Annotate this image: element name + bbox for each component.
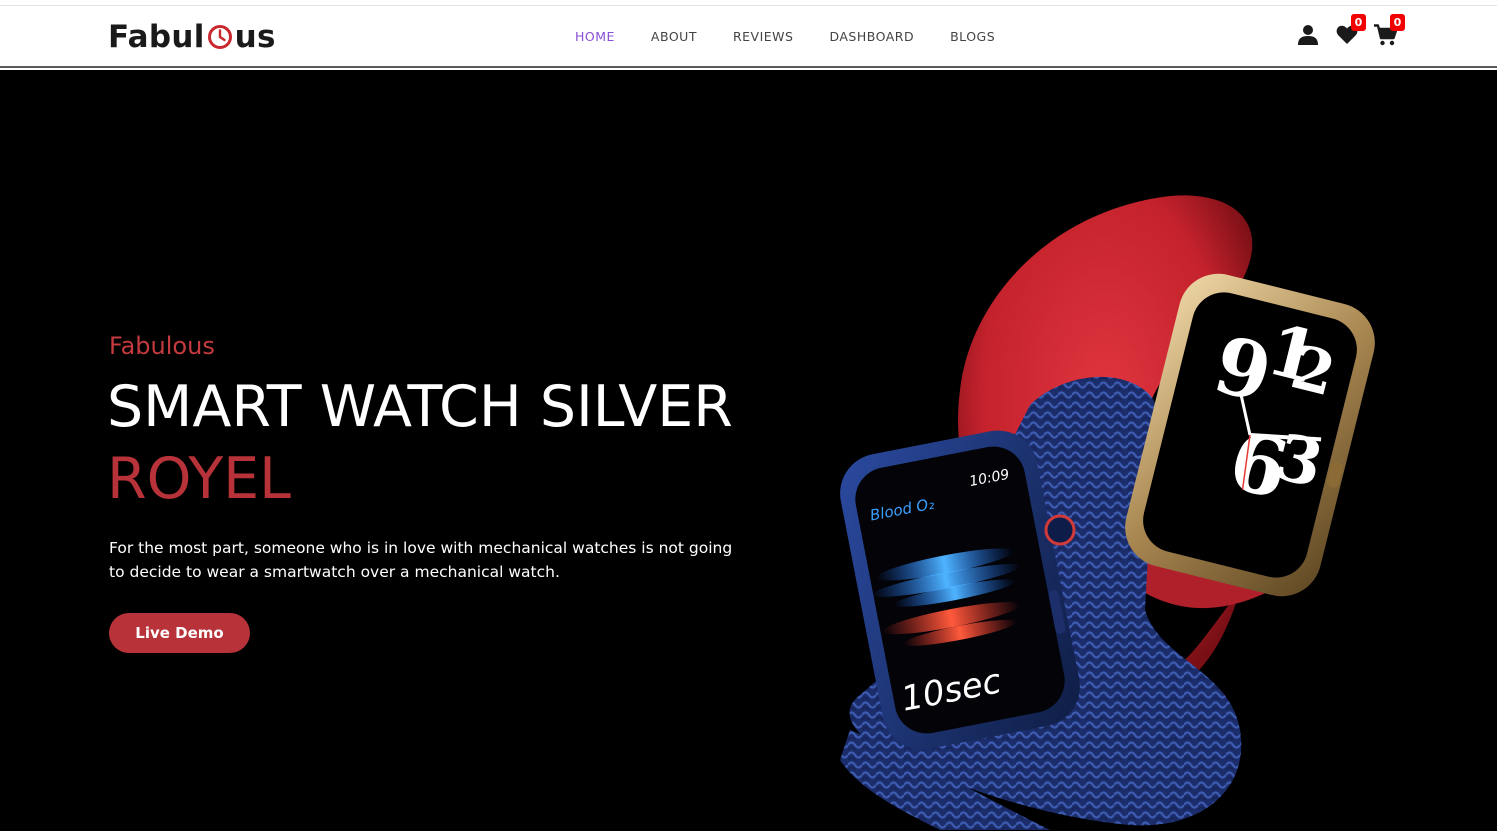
nav-about[interactable]: ABOUT [651, 29, 697, 44]
hero-title: SMART WATCH SILVER [107, 374, 733, 440]
wishlist-count-badge: 0 [1351, 14, 1366, 31]
wishlist-button[interactable]: 0 [1334, 14, 1366, 48]
logo-text-left: Fabul [108, 19, 205, 55]
hero-banner: Fabulous SMART WATCH SILVER ROYEL For th… [0, 70, 1497, 831]
nav-blogs[interactable]: BLOGS [950, 29, 995, 44]
user-icon [1298, 25, 1318, 45]
hero-description: For the most part, someone who is in lov… [109, 539, 733, 581]
nav-home[interactable]: HOME [575, 29, 615, 44]
clock-icon [207, 25, 232, 49]
logo-text-right: us [234, 19, 276, 55]
cart-count-badge: 0 [1390, 14, 1405, 31]
header-actions: 0 0 [1295, 14, 1412, 48]
smartwatch-product-image: 9 1 2 6 3 Blood O₂ 10:09 10sec [840, 195, 1375, 830]
main-nav: HOME ABOUT REVIEWS DASHBOARD BLOGS [575, 29, 1031, 44]
live-demo-button[interactable]: Live Demo [109, 613, 250, 653]
hero-eyebrow: Fabulous [109, 332, 215, 360]
account-button[interactable] [1295, 22, 1321, 48]
hero-title-accent: ROYEL [107, 446, 291, 512]
nav-dashboard[interactable]: DASHBOARD [829, 29, 914, 44]
site-header: Fabul us HOME ABOUT REVIEWS DASHBOARD BL… [0, 6, 1497, 68]
cart-button[interactable]: 0 [1373, 14, 1405, 48]
brand-logo[interactable]: Fabul us [108, 19, 276, 55]
nav-reviews[interactable]: REVIEWS [733, 29, 794, 44]
